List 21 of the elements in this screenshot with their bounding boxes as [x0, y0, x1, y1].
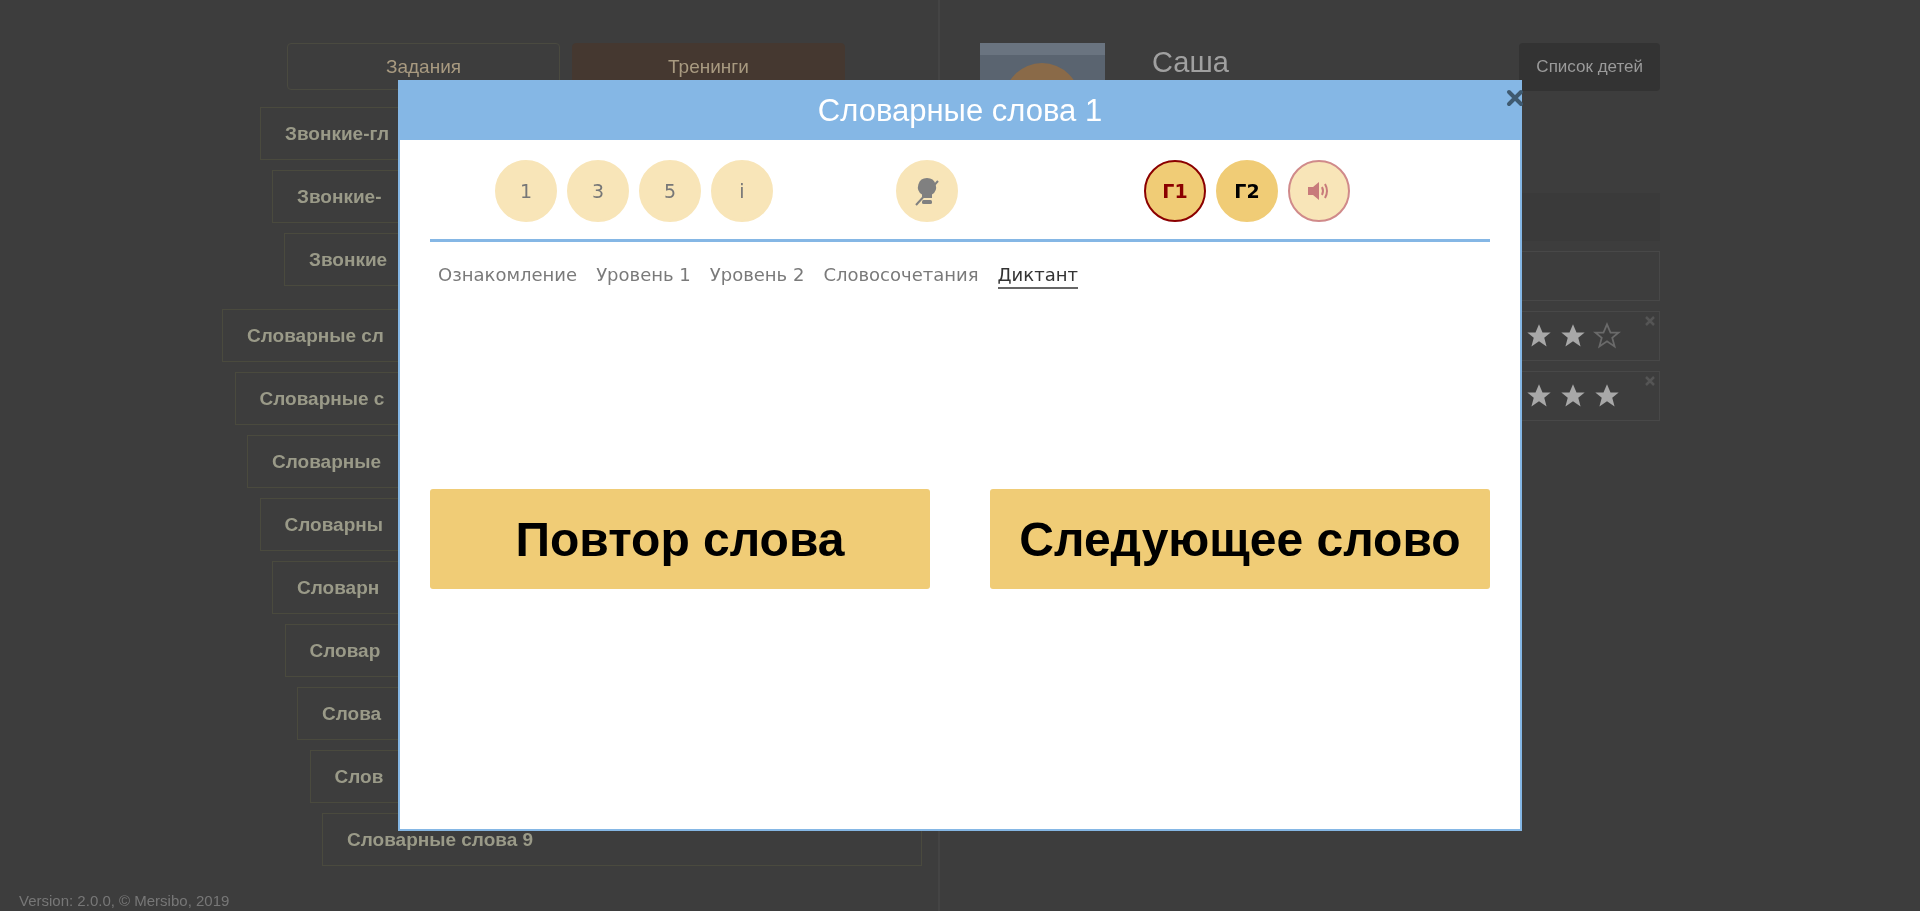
child-name: Саша — [1152, 46, 1230, 79]
mode-button[interactable]: 3 — [567, 160, 629, 222]
close-icon — [1506, 89, 1524, 107]
voice-button[interactable]: Г1 — [1144, 160, 1206, 222]
mode-button[interactable]: 1 — [495, 160, 557, 222]
lightbulb-icon — [912, 175, 942, 207]
children-list-button[interactable]: Список детей — [1519, 43, 1660, 91]
level-tab[interactable]: Словосочетания — [823, 264, 979, 289]
level-tab[interactable]: Ознакомление — [438, 264, 578, 289]
word-button[interactable]: Повтор слова — [430, 489, 930, 589]
word-button[interactable]: Следующее слово — [990, 489, 1490, 589]
star-icon — [1593, 322, 1621, 350]
mode-button[interactable]: 5 — [639, 160, 701, 222]
level-tab[interactable]: Диктант — [997, 264, 1078, 289]
version-text: Version: 2.0.0, © Mersibo, 2019 — [19, 892, 230, 909]
mode-button[interactable]: i — [711, 160, 773, 222]
close-button[interactable] — [1504, 87, 1526, 109]
level-tab[interactable]: Уровень 1 — [596, 264, 691, 289]
level-tab[interactable]: Уровень 2 — [709, 264, 805, 289]
voice-button[interactable]: Г2 — [1216, 160, 1278, 222]
dialog-title: Словарные слова 1 — [817, 93, 1103, 129]
